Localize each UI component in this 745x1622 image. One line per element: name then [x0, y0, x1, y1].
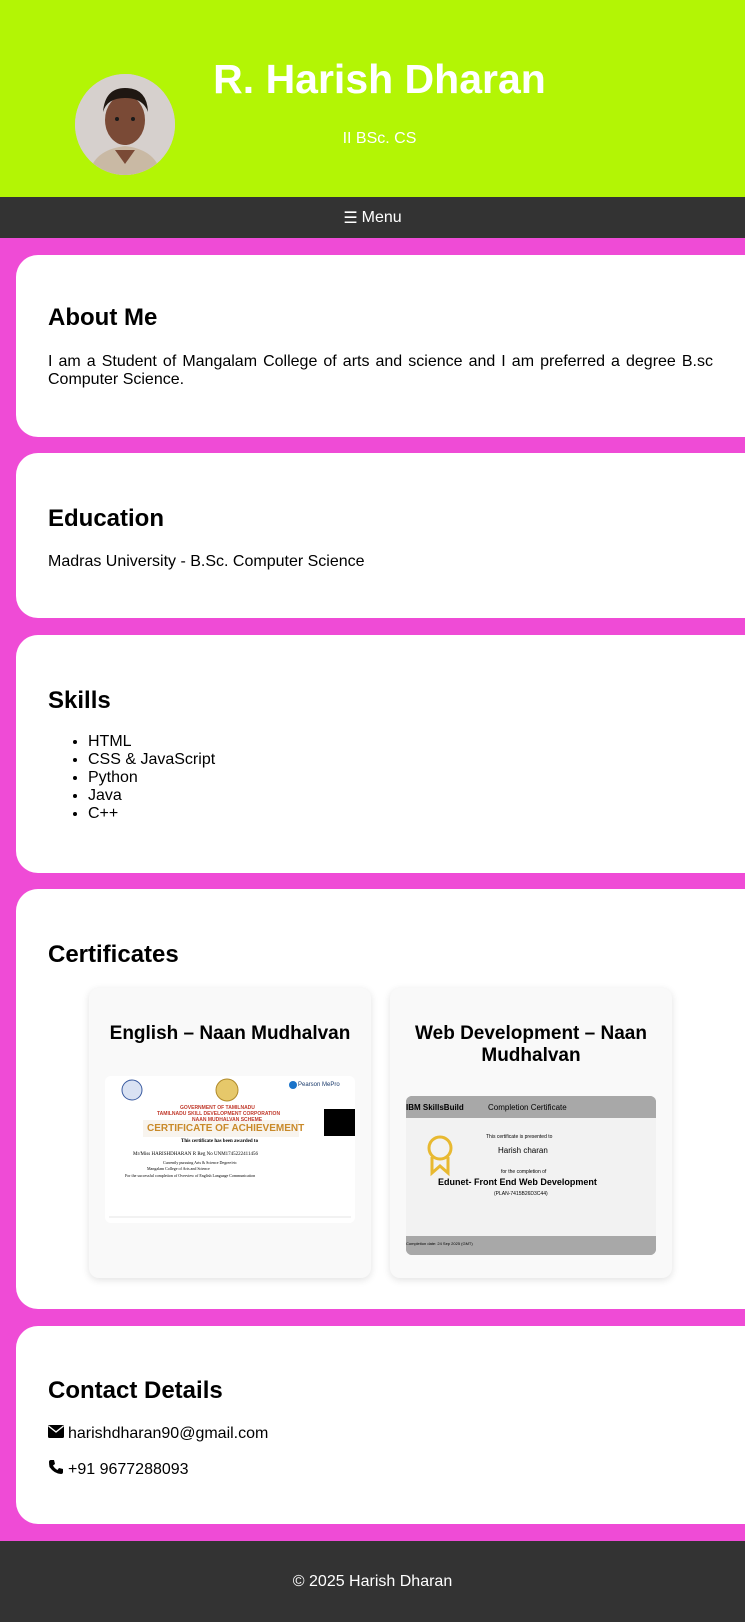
page-title: R. Harish Dharan	[213, 56, 546, 102]
phone-icon	[48, 1459, 64, 1480]
cert-heading: CERTIFICATE OF ACHIEVEMENT	[147, 1123, 305, 1134]
site-footer: © 2025 Harish Dharan	[0, 1541, 745, 1622]
certificate-title: Web Development – Naan Mudhalvan	[415, 1023, 647, 1066]
cert-pursuing: Currently pursuing Arts & Science Degree…	[163, 1160, 237, 1165]
cert-awarded: This certificate has been awarded to	[181, 1139, 259, 1144]
skills-list: HTML CSS & JavaScript Python Java C++	[88, 733, 215, 823]
phone-row[interactable]: +91 9677288093	[48, 1459, 189, 1480]
envelope-icon	[48, 1425, 64, 1443]
menu-label: Menu	[361, 208, 402, 226]
skills-heading: Skills	[48, 687, 111, 714]
about-heading: About Me	[48, 304, 158, 331]
about-text: I am a Student of Mangalam College of ar…	[48, 353, 713, 388]
certificate-title: English – Naan Mudhalvan	[109, 1023, 351, 1044]
copyright-text: © 2025 Harish Dharan	[292, 1572, 453, 1590]
education-text: Madras University - B.Sc. Computer Scien…	[48, 553, 365, 570]
cert-presented: This certificate is presented to	[486, 1134, 553, 1140]
certificate-card-webdev[interactable]: Web Development – Naan Mudhalvan IBM Ski…	[390, 988, 672, 1278]
certificate-card-english[interactable]: English – Naan Mudhalvan GOVERNMENT OF T…	[89, 988, 371, 1278]
education-section: Education Madras University - B.Sc. Comp…	[16, 453, 745, 618]
contact-section: Contact Details harishdharan90@gmail.com…	[16, 1326, 745, 1524]
certificates-heading: Certificates	[48, 941, 179, 968]
cert-code: (PLAN-7415B26D3C44)	[494, 1191, 548, 1197]
skill-item: Python	[88, 769, 215, 787]
nav-bar: ☰ Menu	[0, 197, 745, 238]
skill-item: HTML	[88, 733, 215, 751]
about-section: About Me I am a Student of Mangalam Coll…	[16, 255, 745, 437]
page-subtitle: II BSc. CS	[342, 130, 417, 147]
cert-course: Edunet- Front End Web Development	[438, 1177, 597, 1187]
cert-date: Completion date: 24 Sep 2025 (GMT)	[406, 1241, 473, 1246]
cert-completion: for the completion of	[501, 1169, 547, 1175]
cert-college: Mangalam College of Arts and Science	[147, 1166, 210, 1171]
site-header: R. Harish Dharan II BSc. CS	[0, 0, 745, 197]
certificate-image-webdev[interactable]: IBM SkillsBuild Completion Certificate T…	[406, 1096, 656, 1255]
hamburger-icon: ☰	[343, 209, 358, 227]
cert-recipient: Harish charan	[498, 1146, 548, 1155]
cert-course: For the successful completion of Overvie…	[125, 1173, 256, 1178]
skills-section: Skills HTML CSS & JavaScript Python Java…	[16, 635, 745, 873]
cert-label: Completion Certificate	[488, 1103, 567, 1112]
cert-name-line: Mr/Miss HARISHDHARAN R Reg No UNM1745222…	[133, 1152, 258, 1157]
cert-brand: IBM SkillsBuild	[406, 1103, 464, 1112]
certificate-image-english[interactable]: GOVERNMENT OF TAMILNADU TAMILNADU SKILL …	[105, 1076, 355, 1223]
email-row[interactable]: harishdharan90@gmail.com	[48, 1425, 268, 1443]
cert-partner: Pearson MePro	[298, 1082, 340, 1088]
menu-button[interactable]: ☰ Menu	[343, 208, 401, 228]
skill-item: C++	[88, 805, 215, 823]
phone-text[interactable]: +91 9677288093	[68, 1461, 189, 1479]
skill-item: Java	[88, 787, 215, 805]
certificates-section: Certificates English – Naan Mudhalvan GO…	[16, 889, 745, 1309]
email-text[interactable]: harishdharan90@gmail.com	[68, 1425, 268, 1443]
education-heading: Education	[48, 505, 165, 532]
skill-item: CSS & JavaScript	[88, 751, 215, 769]
contact-heading: Contact Details	[48, 1377, 223, 1404]
